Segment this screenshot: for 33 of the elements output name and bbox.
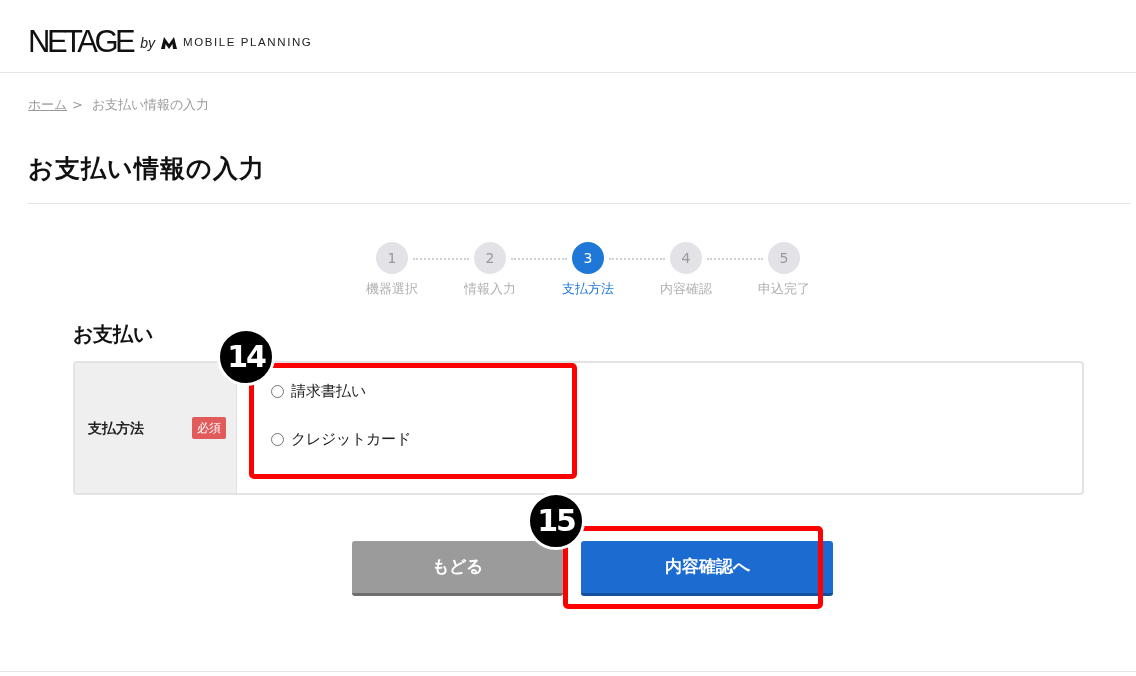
step-label: 申込完了 bbox=[758, 281, 810, 297]
radio-button[interactable] bbox=[271, 432, 284, 446]
logo-company: MOBILE PLANNING bbox=[182, 36, 313, 49]
step-number: 2 bbox=[474, 242, 506, 274]
breadcrumb-link[interactable]: ホーム bbox=[28, 96, 67, 114]
logo-mark-icon bbox=[160, 36, 177, 49]
callout-number: 15 bbox=[527, 492, 585, 550]
required-tag: 必須 bbox=[192, 417, 226, 439]
confirm-button[interactable]: 内容確認へ bbox=[581, 541, 833, 596]
section-title: お支払い bbox=[73, 321, 153, 347]
step-number: 5 bbox=[768, 242, 800, 274]
step-number: 1 bbox=[376, 242, 408, 274]
field-label: 支払方法 bbox=[88, 418, 144, 438]
back-button[interactable]: もどる bbox=[352, 541, 563, 596]
breadcrumb-current: お支払い情報の入力 bbox=[91, 96, 209, 114]
logo-by: by bbox=[140, 36, 155, 50]
step-connector bbox=[609, 258, 665, 260]
step-label: 内容確認 bbox=[660, 281, 712, 297]
radio-label[interactable]: クレジットカード bbox=[291, 427, 411, 451]
step-connector bbox=[511, 258, 567, 260]
page-title: お支払い情報の入力 bbox=[28, 153, 265, 185]
step-number: 4 bbox=[670, 242, 702, 274]
step-number: 3 bbox=[572, 242, 604, 274]
step-label: 機器選択 bbox=[366, 281, 418, 297]
radio-label[interactable]: 請求書払い bbox=[291, 379, 366, 403]
step-label: 情報入力 bbox=[464, 281, 516, 297]
step-label: 支払方法 bbox=[562, 281, 614, 297]
radio-button[interactable] bbox=[271, 384, 284, 398]
breadcrumb-separator: > bbox=[72, 96, 83, 114]
callout-number: 14 bbox=[217, 328, 275, 386]
step-connector bbox=[413, 258, 469, 260]
logo-wordmark: NETAGE bbox=[28, 25, 133, 57]
step-connector bbox=[707, 258, 763, 260]
